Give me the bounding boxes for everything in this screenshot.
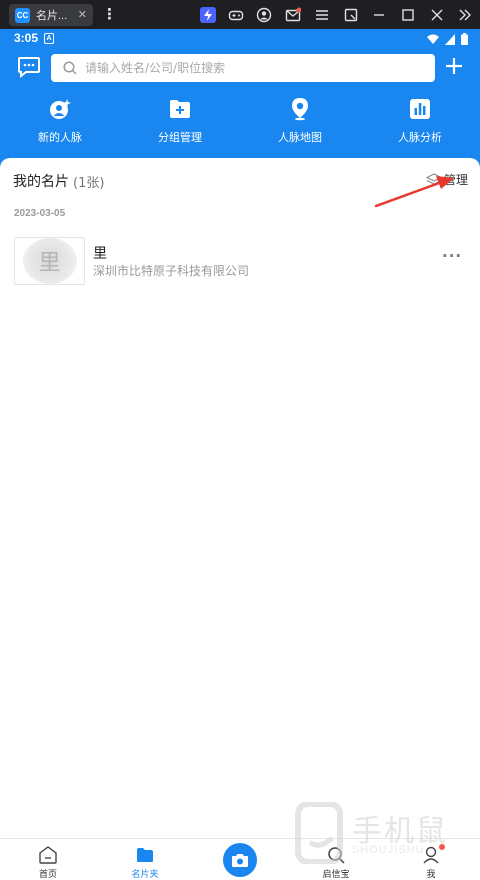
- message-icon[interactable]: [17, 56, 41, 79]
- header: 新的人脉 分组管理 人脉地图 人脉分析: [0, 49, 480, 174]
- close-window-icon[interactable]: [429, 7, 445, 23]
- date-group-label: 2023-03-05: [14, 208, 66, 219]
- app-logo-icon: CC: [15, 7, 30, 23]
- quick-action-label: 新的人脉: [38, 131, 82, 144]
- quick-action-contact-map[interactable]: 人脉地图: [240, 97, 360, 147]
- nav-label: 启信宝: [322, 870, 350, 880]
- camera-icon: [232, 854, 248, 867]
- manage-button[interactable]: 管理: [426, 171, 468, 188]
- card-thumbnail[interactable]: 里: [14, 237, 85, 285]
- card-avatar: 里: [22, 238, 77, 284]
- close-tab-icon[interactable]: ✕: [78, 8, 87, 21]
- search-box[interactable]: [51, 54, 435, 82]
- new-contact-icon: [50, 99, 71, 119]
- add-card-button[interactable]: [443, 55, 465, 77]
- quick-action-contact-analysis[interactable]: 人脉分析: [360, 97, 480, 147]
- search-magnifier-icon: [328, 847, 345, 864]
- emulator-title-bar: CC 名片... ✕ ⋮: [0, 0, 480, 29]
- layers-icon: [426, 172, 442, 185]
- notification-badge: [439, 844, 445, 850]
- nav-label: 我: [426, 870, 436, 880]
- signal-icon: [445, 33, 455, 45]
- scan-card-button[interactable]: [223, 843, 257, 877]
- mail-icon[interactable]: [285, 7, 301, 23]
- profile-icon: [423, 846, 439, 864]
- bar-chart-icon: [410, 99, 430, 119]
- maximize-icon[interactable]: [400, 7, 416, 23]
- nav-label: 首页: [38, 870, 57, 880]
- nav-label: 名片夹: [131, 870, 159, 880]
- quick-action-label: 人脉地图: [278, 131, 322, 144]
- screenshot-icon[interactable]: [343, 7, 359, 23]
- status-time: 3:05: [14, 31, 39, 45]
- kebab-menu-icon[interactable]: ⋮: [102, 4, 117, 24]
- nav-card-folder[interactable]: 名片夹: [115, 845, 175, 880]
- my-cards-panel: 我的名片 (1张) 管理 2023-03-05 里 里 深圳市比特原子科技有限公…: [0, 158, 480, 838]
- home-icon: [39, 846, 57, 864]
- quick-action-label: 分组管理: [158, 131, 202, 144]
- more-options-icon[interactable]: ···: [442, 247, 462, 265]
- card-company: 深圳市比特原子科技有限公司: [93, 264, 250, 278]
- panel-title: 我的名片: [13, 174, 69, 190]
- manage-label: 管理: [444, 173, 469, 187]
- minimize-icon[interactable]: [371, 7, 387, 23]
- card-list-item[interactable]: 里 里 深圳市比特原子科技有限公司 ···: [14, 237, 466, 285]
- map-pin-icon: [292, 98, 308, 121]
- status-bar: 3:05 A: [0, 29, 480, 49]
- quick-action-group-manage[interactable]: 分组管理: [120, 97, 240, 147]
- gamepad-icon[interactable]: [228, 7, 244, 23]
- bolt-icon[interactable]: [200, 7, 216, 23]
- battery-icon: [461, 33, 468, 45]
- wifi-icon: [427, 34, 439, 44]
- nav-home[interactable]: 首页: [18, 845, 78, 880]
- account-circle-icon[interactable]: [256, 7, 272, 23]
- group-folder-icon: [170, 100, 190, 118]
- card-folder-icon: [137, 848, 153, 862]
- emulator-tab[interactable]: CC 名片... ✕: [9, 4, 93, 26]
- nav-me[interactable]: 我: [401, 844, 461, 880]
- quick-action-new-contacts[interactable]: 新的人脉: [0, 97, 120, 147]
- quick-actions: 新的人脉 分组管理 人脉地图 人脉分析: [0, 97, 480, 147]
- quick-action-label: 人脉分析: [398, 131, 442, 144]
- bottom-nav: 首页 名片夹 启信宝 我: [0, 838, 480, 880]
- hamburger-menu-icon[interactable]: [314, 7, 330, 23]
- emulator-tab-title: 名片...: [36, 10, 68, 22]
- notification-icon: A: [44, 33, 54, 44]
- search-input[interactable]: [85, 61, 385, 75]
- card-count: (1张): [73, 176, 105, 191]
- card-name: 里: [93, 246, 107, 262]
- nav-qixinbao[interactable]: 启信宝: [306, 845, 366, 880]
- search-icon: [63, 61, 77, 75]
- expand-sidebar-icon[interactable]: [457, 7, 473, 23]
